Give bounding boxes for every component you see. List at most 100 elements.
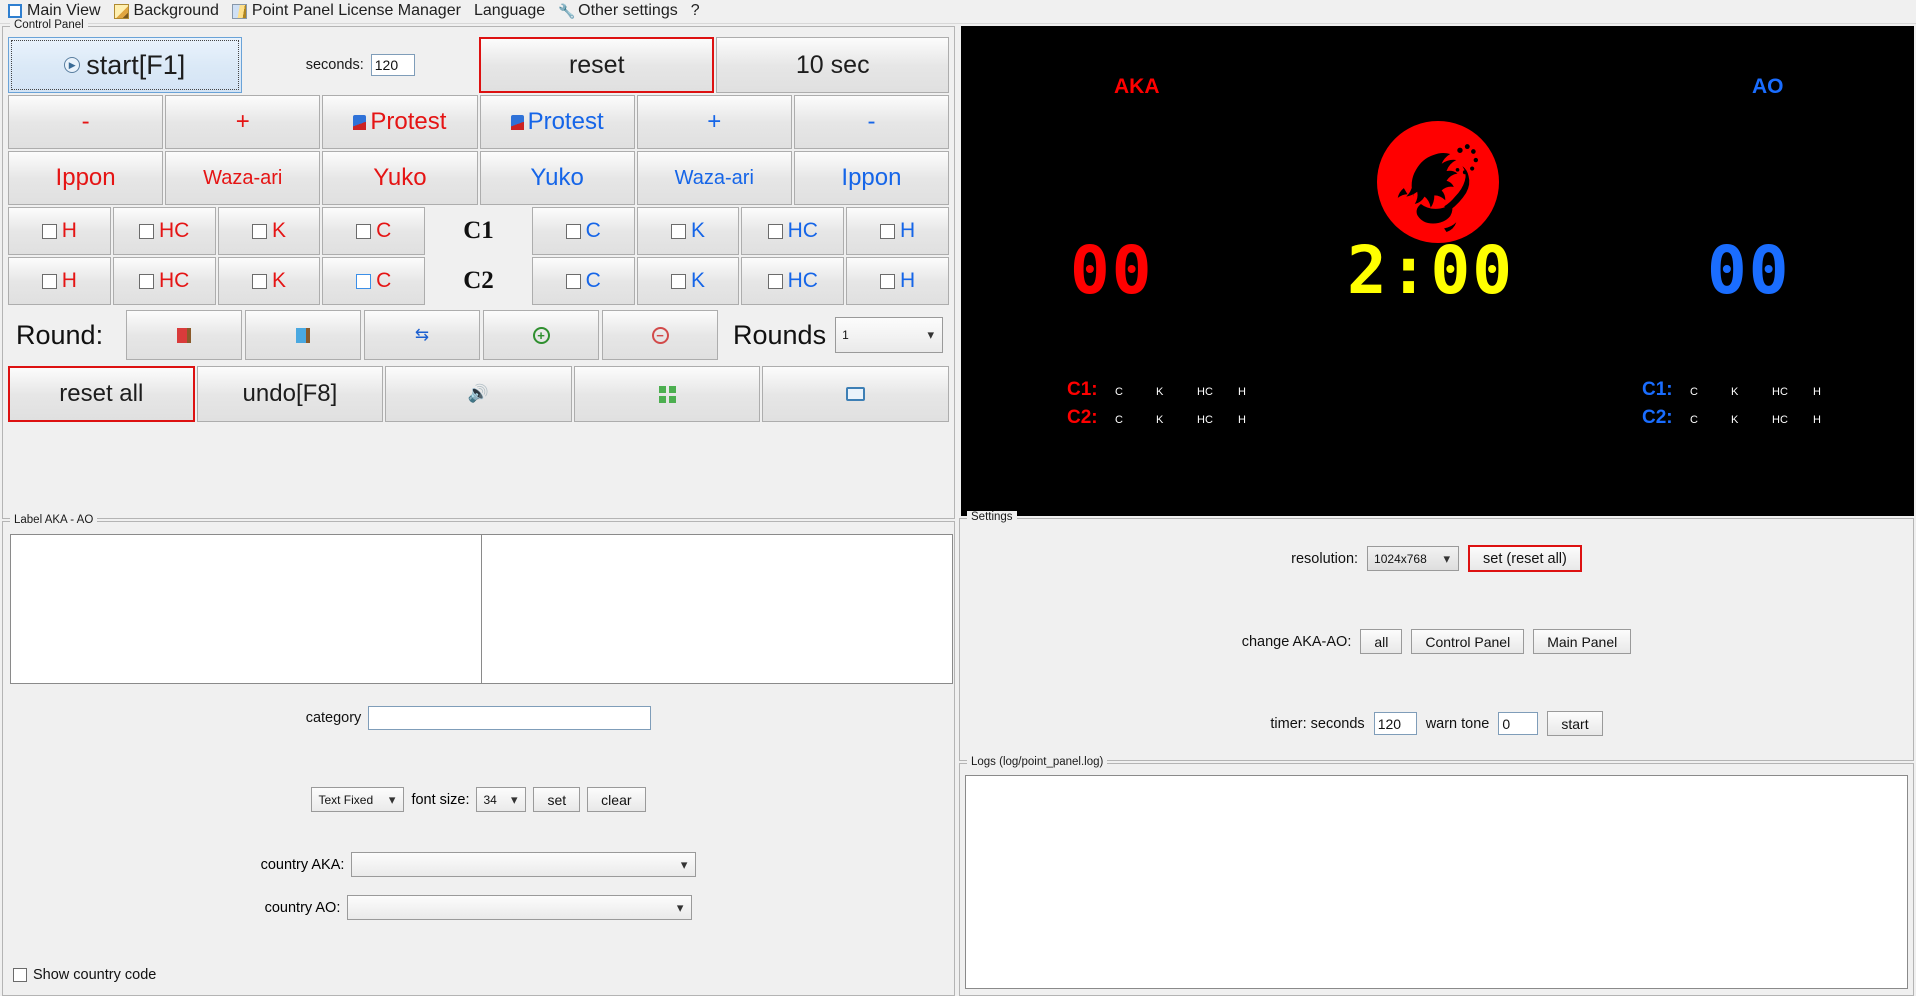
ao-yuko-button[interactable]: Yuko bbox=[479, 151, 635, 205]
settings-group: Settings resolution: 1024x768 ▾ set (res… bbox=[959, 511, 1914, 761]
ao-protest-button[interactable]: Protest bbox=[479, 95, 635, 149]
checkbox-icon bbox=[13, 968, 27, 982]
speaker-icon: 🔊 bbox=[467, 384, 490, 403]
round-swap-button[interactable]: ⇆ bbox=[364, 310, 480, 360]
aka-plus-button[interactable]: + bbox=[165, 95, 321, 149]
penalty-row: C1: C K HC H bbox=[1642, 379, 1854, 407]
round-add-button[interactable]: + bbox=[483, 310, 599, 360]
change-main-panel-button[interactable]: Main Panel bbox=[1533, 629, 1632, 654]
wrench-icon: 🔧 bbox=[558, 2, 576, 19]
minus-circle-icon: − bbox=[651, 326, 669, 344]
ao-c1-hc-checkbox[interactable]: HC bbox=[741, 207, 845, 255]
grid-button[interactable] bbox=[573, 366, 761, 422]
c2-penalty-row: H HC K C C2 C K HC H bbox=[8, 257, 949, 305]
menu-item-other-settings[interactable]: 🔧 Other settings bbox=[554, 1, 685, 22]
reset-all-button[interactable]: reset all bbox=[8, 366, 195, 422]
plus-circle-icon: + bbox=[532, 326, 550, 344]
round-remove-button[interactable]: − bbox=[602, 310, 718, 360]
seconds-input[interactable] bbox=[370, 54, 415, 76]
checkbox-icon bbox=[565, 273, 581, 289]
ao-c2-k-checkbox[interactable]: K bbox=[636, 257, 740, 305]
ao-wazaari-button[interactable]: Waza-ari bbox=[636, 151, 792, 205]
ao-c2-hc-checkbox[interactable]: HC bbox=[741, 257, 845, 305]
undo-button[interactable]: undo[F8] bbox=[196, 366, 384, 422]
timer-seconds-input[interactable] bbox=[1373, 712, 1417, 735]
start-button-label: start[F1] bbox=[86, 49, 186, 80]
aka-c2-k-checkbox[interactable]: K bbox=[217, 257, 321, 305]
warn-tone-input[interactable] bbox=[1498, 712, 1539, 735]
aka-c2-c-checkbox[interactable]: C bbox=[322, 257, 426, 305]
aka-wazaari-button[interactable]: Waza-ari bbox=[165, 151, 321, 205]
aka-c1-k-checkbox[interactable]: K bbox=[217, 207, 321, 255]
resolution-label: resolution: bbox=[1291, 550, 1359, 567]
btn-label: Yuko bbox=[530, 164, 584, 191]
aka-c1-h-checkbox[interactable]: H bbox=[8, 207, 111, 255]
round-blue-flag-button[interactable] bbox=[245, 310, 361, 360]
ao-minus-button[interactable]: - bbox=[793, 95, 950, 149]
checkbox-icon bbox=[356, 223, 372, 239]
settings-start-button[interactable]: start bbox=[1547, 711, 1603, 736]
btn-label: Ippon bbox=[841, 164, 902, 191]
menu-item-license-manager[interactable]: Point Panel License Manager bbox=[228, 1, 468, 22]
display-ao-score: 00 bbox=[1707, 232, 1791, 309]
rounds-select[interactable]: 1 ▾ bbox=[835, 317, 944, 353]
checkbox-icon bbox=[8, 4, 22, 18]
checkbox-icon bbox=[671, 223, 687, 239]
aka-name-input[interactable] bbox=[10, 534, 482, 684]
ao-c1-c-checkbox[interactable]: C bbox=[531, 207, 635, 255]
fontsize-select[interactable]: 34 ▾ bbox=[476, 787, 527, 812]
country-ao-select[interactable]: ▾ bbox=[347, 895, 693, 920]
ao-c2-c-checkbox[interactable]: C bbox=[531, 257, 635, 305]
btn-label: set (reset all) bbox=[1483, 550, 1567, 567]
penalty-items: C K HC H bbox=[1690, 414, 1854, 426]
menu-item-help[interactable]: ? bbox=[687, 1, 707, 22]
change-label: change AKA-AO: bbox=[1241, 633, 1352, 650]
clear-button[interactable]: clear bbox=[587, 787, 646, 812]
round-red-flag-button[interactable] bbox=[126, 310, 242, 360]
aka-c2-hc-checkbox[interactable]: HC bbox=[112, 257, 216, 305]
ao-c2-h-checkbox[interactable]: H bbox=[846, 257, 949, 305]
menu-item-background[interactable]: Background bbox=[110, 1, 226, 22]
checkbox-icon bbox=[880, 223, 895, 239]
chevron-down-icon: ▾ bbox=[927, 327, 935, 342]
reset-button[interactable]: reset bbox=[478, 37, 715, 93]
aka-c1-hc-checkbox[interactable]: HC bbox=[112, 207, 216, 255]
round-controls-row: Round: ⇆ + − Rounds 1 ▾ bbox=[8, 309, 949, 361]
monitor-button[interactable] bbox=[762, 366, 949, 422]
aka-minus-button[interactable]: - bbox=[8, 95, 164, 149]
checkbox-icon bbox=[565, 223, 581, 239]
cb-label: H bbox=[61, 269, 77, 292]
btn-label: clear bbox=[601, 791, 632, 808]
aka-protest-button[interactable]: Protest bbox=[322, 95, 478, 149]
aka-ippon-button[interactable]: Ippon bbox=[8, 151, 164, 205]
ao-c1-h-checkbox[interactable]: H bbox=[846, 207, 949, 255]
text-mode-select[interactable]: Text Fixed ▾ bbox=[311, 787, 405, 812]
ao-name-input[interactable] bbox=[482, 534, 953, 684]
sound-button[interactable]: 🔊 bbox=[385, 366, 572, 422]
resolution-select[interactable]: 1024x768 ▾ bbox=[1367, 546, 1460, 571]
change-control-panel-button[interactable]: Control Panel bbox=[1411, 629, 1525, 654]
set-button[interactable]: set bbox=[533, 787, 581, 812]
set-reset-all-button[interactable]: set (reset all) bbox=[1468, 545, 1582, 572]
show-country-code-checkbox[interactable]: Show country code bbox=[13, 967, 156, 983]
cb-label: C bbox=[376, 269, 392, 292]
category-input[interactable] bbox=[368, 706, 652, 730]
menu-label: ? bbox=[690, 2, 700, 19]
aka-c2-h-checkbox[interactable]: H bbox=[8, 257, 111, 305]
ao-plus-button[interactable]: + bbox=[636, 95, 792, 149]
logs-textarea[interactable] bbox=[965, 775, 1908, 989]
ten-sec-button[interactable]: 10 sec bbox=[716, 37, 949, 93]
ao-ippon-button[interactable]: Ippon bbox=[793, 151, 950, 205]
aka-yuko-button[interactable]: Yuko bbox=[322, 151, 478, 205]
aka-c1-c-checkbox[interactable]: C bbox=[322, 207, 426, 255]
btn-label: set bbox=[547, 791, 567, 808]
start-button[interactable]: ▶ start[F1] bbox=[8, 37, 242, 93]
ao-c1-k-checkbox[interactable]: K bbox=[636, 207, 740, 255]
btn-label: Waza-ari bbox=[674, 166, 754, 189]
checkbox-icon bbox=[251, 223, 267, 239]
change-all-button[interactable]: all bbox=[1360, 629, 1403, 654]
country-aka-select[interactable]: ▾ bbox=[351, 852, 697, 877]
menu-item-language[interactable]: Language bbox=[470, 1, 552, 22]
chevron-down-icon: ▾ bbox=[1443, 550, 1451, 566]
cb-label: K bbox=[271, 219, 286, 242]
